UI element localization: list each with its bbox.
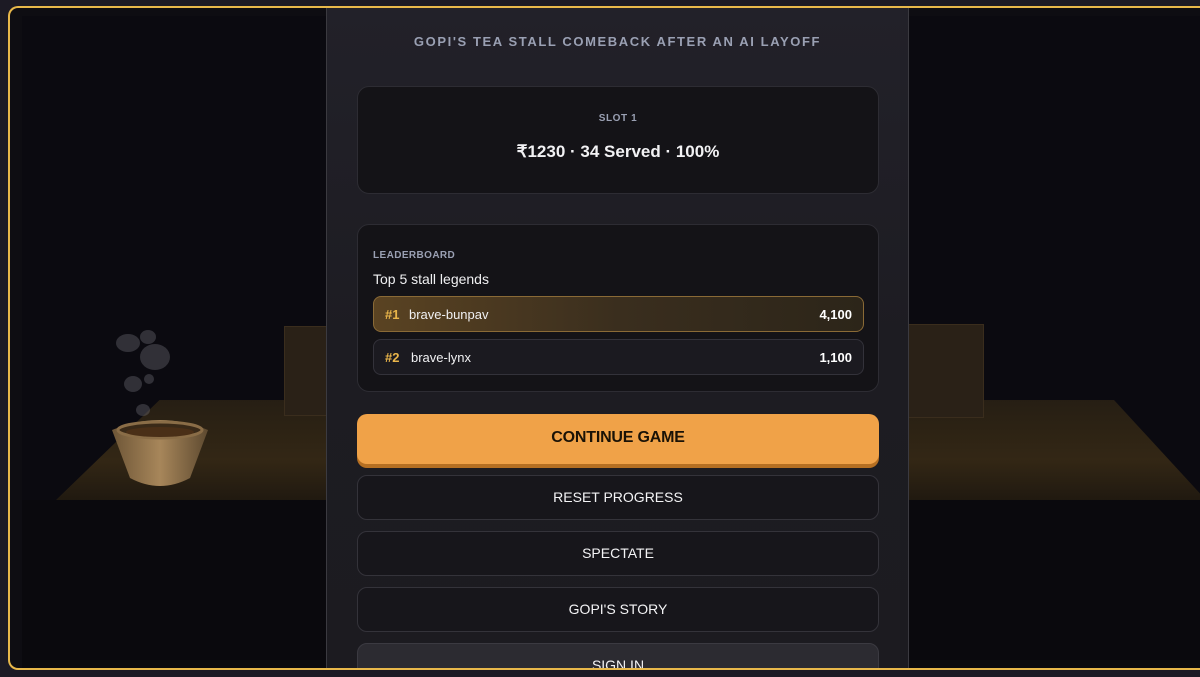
reset-progress-button[interactable]: RESET PROGRESS — [357, 475, 879, 520]
slot-stats: ₹1230 · 34 Served · 100% — [516, 142, 720, 161]
spectate-button[interactable]: SPECTATE — [357, 531, 879, 576]
leaderboard-player-name: brave-bunpav — [409, 307, 489, 322]
stall-crate-right — [908, 324, 984, 418]
leaderboard-rank: #1 — [385, 307, 400, 322]
leaderboard-row: #2 brave-lynx 1,100 — [373, 339, 864, 375]
leaderboard-score: 1,100 — [819, 350, 852, 365]
leaderboard-rank: #2 — [385, 350, 400, 365]
leaderboard-score: 4,100 — [819, 307, 852, 322]
leaderboard-row: #1 brave-bunpav 4,100 — [373, 296, 864, 332]
leaderboard-player-name: brave-lynx — [411, 350, 471, 365]
game-frame: GOPI'S TEA STALL COMEBACK AFTER AN AI LA… — [8, 6, 1200, 670]
steam-puff — [124, 376, 142, 392]
tea-cup-icon — [112, 420, 208, 486]
game-title: GOPI'S TEA STALL COMEBACK AFTER AN AI LA… — [413, 34, 822, 49]
steam-puff — [140, 330, 156, 344]
steam-puff — [144, 374, 154, 384]
save-slot-card[interactable]: SLOT 1 ₹1230 · 34 Served · 100% — [357, 86, 879, 194]
leaderboard-card: LEADERBOARD Top 5 stall legends #1 brave… — [357, 224, 879, 392]
steam-puff — [136, 404, 150, 416]
gopis-story-button[interactable]: GOPI'S STORY — [357, 587, 879, 632]
main-menu-panel: GOPI'S TEA STALL COMEBACK AFTER AN AI LA… — [326, 8, 909, 668]
steam-puff — [140, 344, 170, 370]
sign-in-button[interactable]: SIGN IN — [357, 643, 879, 668]
steam-puff — [116, 334, 140, 352]
slot-label: SLOT 1 — [598, 113, 638, 124]
leaderboard-label: LEADERBOARD — [373, 250, 456, 261]
continue-game-button[interactable]: CONTINUE GAME — [357, 414, 879, 464]
leaderboard-subtitle: Top 5 stall legends — [373, 271, 489, 287]
